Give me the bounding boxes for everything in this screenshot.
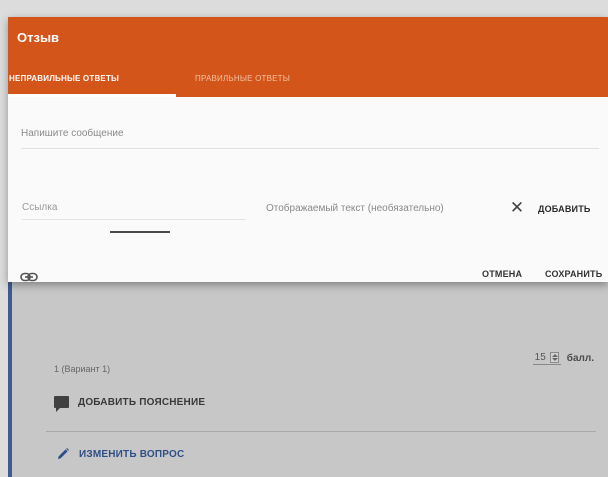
link-icon[interactable] xyxy=(20,269,38,282)
message-input[interactable]: Напишите сообщение xyxy=(21,128,599,149)
link-input[interactable]: Ссылка xyxy=(22,202,246,220)
display-text-input[interactable]: Отображаемый текст (необязательно) xyxy=(266,203,488,214)
points-value: 15 xyxy=(534,352,546,363)
feedback-dialog: Отзыв НЕПРАВИЛЬНЫЕ ОТВЕТЫ ПРАВИЛЬНЫЕ ОТВ… xyxy=(8,17,608,282)
points-unit: балл. xyxy=(566,353,594,364)
answer-option: 1 (Вариант 1) xyxy=(54,364,111,374)
points-control: 15 балл. xyxy=(532,352,594,365)
spinner-icon[interactable] xyxy=(549,352,559,363)
pencil-icon xyxy=(56,447,70,461)
comment-icon xyxy=(54,396,69,412)
save-button[interactable]: СОХРАНИТЬ xyxy=(545,269,602,279)
link-input-focus-underline xyxy=(110,231,170,233)
points-input[interactable]: 15 xyxy=(532,352,561,365)
edit-question-button[interactable]: ИЗМЕНИТЬ ВОПРОС xyxy=(56,447,184,461)
close-icon[interactable]: ✕ xyxy=(508,199,526,217)
divider xyxy=(46,431,596,432)
tab-incorrect-answers[interactable]: НЕПРАВИЛЬНЫЕ ОТВЕТЫ xyxy=(9,74,119,83)
dialog-title: Отзыв xyxy=(17,30,60,45)
add-link-button[interactable]: ДОБАВИТЬ xyxy=(538,204,591,214)
cancel-button[interactable]: ОТМЕНА xyxy=(482,269,522,279)
active-tab-indicator xyxy=(8,94,176,97)
add-explanation-label: ДОБАВИТЬ ПОЯСНЕНИЕ xyxy=(78,396,206,408)
dialog-header: Отзыв НЕПРАВИЛЬНЫЕ ОТВЕТЫ ПРАВИЛЬНЫЕ ОТВ… xyxy=(8,17,608,97)
tab-correct-answers[interactable]: ПРАВИЛЬНЫЕ ОТВЕТЫ xyxy=(195,74,290,83)
add-explanation-button[interactable]: ДОБАВИТЬ ПОЯСНЕНИЕ xyxy=(54,396,206,412)
edit-question-label: ИЗМЕНИТЬ ВОПРОС xyxy=(79,448,185,460)
question-card: 15 балл. 1 (Вариант 1) ДОБАВИТЬ ПОЯСНЕНИ… xyxy=(8,282,608,477)
